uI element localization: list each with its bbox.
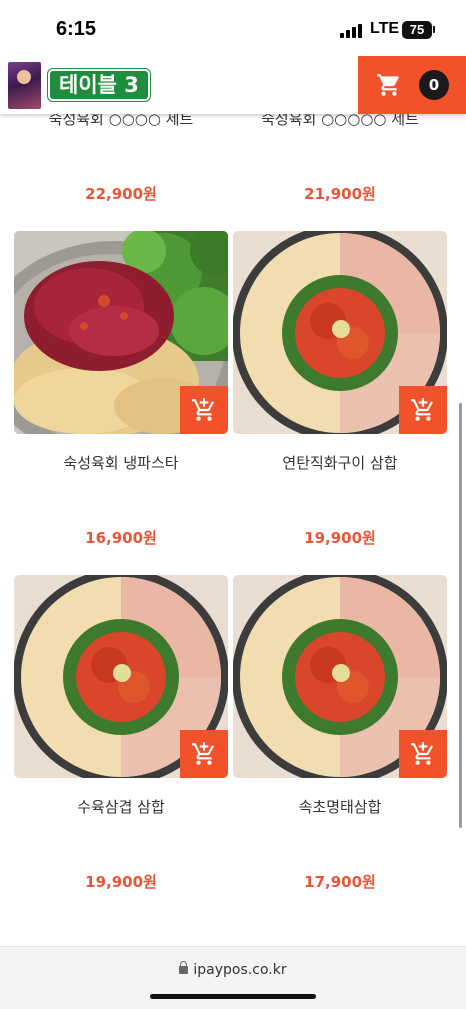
menu-item-name[interactable]: 속초명태삼합: [233, 796, 447, 817]
browser-bar: ipaypos.co.kr: [0, 946, 466, 1009]
table-number-badge: 테이블 3: [47, 68, 151, 102]
menu-item-name[interactable]: 수육삼겹 삼합: [14, 796, 228, 817]
menu-item-price: 16,900원: [85, 529, 157, 547]
home-indicator[interactable]: [150, 994, 316, 999]
battery-icon: 75: [402, 21, 432, 39]
menu-item-image[interactable]: [233, 575, 447, 778]
menu-item-name[interactable]: 숙성육회 냉파스타: [14, 452, 228, 473]
menu-item-price: 17,900원: [304, 873, 376, 891]
menu-item-name[interactable]: 숙성육회 ○○○○○ 세트: [233, 114, 447, 129]
menu-item-image[interactable]: [14, 575, 228, 778]
app-header: 테이블 3 0: [0, 56, 466, 114]
battery-tip: [433, 26, 435, 33]
add-cart-icon: [411, 398, 433, 421]
network-label: LTE: [370, 20, 400, 37]
add-to-cart-button[interactable]: [399, 730, 447, 778]
lock-icon: [179, 961, 189, 974]
menu-item-image[interactable]: [14, 231, 228, 434]
menu-item-name[interactable]: 연탄직화구이 삼합: [233, 452, 447, 473]
url-text: ipaypos.co.kr: [193, 962, 287, 978]
add-cart-icon: [411, 742, 433, 765]
menu-item-image[interactable]: [233, 231, 447, 434]
add-cart-icon: [192, 398, 214, 421]
cart-icon: [377, 74, 399, 96]
add-to-cart-button[interactable]: [399, 386, 447, 434]
menu-item-price: 22,900원: [85, 185, 157, 203]
status-time: 6:15: [56, 18, 97, 40]
cart-button[interactable]: 0: [358, 56, 466, 114]
menu-item-price: 19,900원: [85, 873, 157, 891]
add-to-cart-button[interactable]: [180, 730, 228, 778]
store-logo: [8, 62, 41, 109]
add-cart-icon: [192, 742, 214, 765]
menu-list[interactable]: 숙성육회 ○○○○ 세트 숙성육회 ○○○○○ 세트 22,900원 21,90…: [0, 114, 466, 946]
status-bar: 6:15 LTE 75: [0, 0, 466, 56]
signal-icon: [340, 22, 364, 38]
menu-item-name[interactable]: 숙성육회 ○○○○ 세트: [14, 114, 228, 129]
scrollbar[interactable]: [459, 403, 462, 828]
url-bar[interactable]: ipaypos.co.kr: [0, 961, 466, 978]
menu-item-price: 21,900원: [304, 185, 376, 203]
cart-count-badge: 0: [419, 70, 449, 100]
menu-item-price: 19,900원: [304, 529, 376, 547]
add-to-cart-button[interactable]: [180, 386, 228, 434]
